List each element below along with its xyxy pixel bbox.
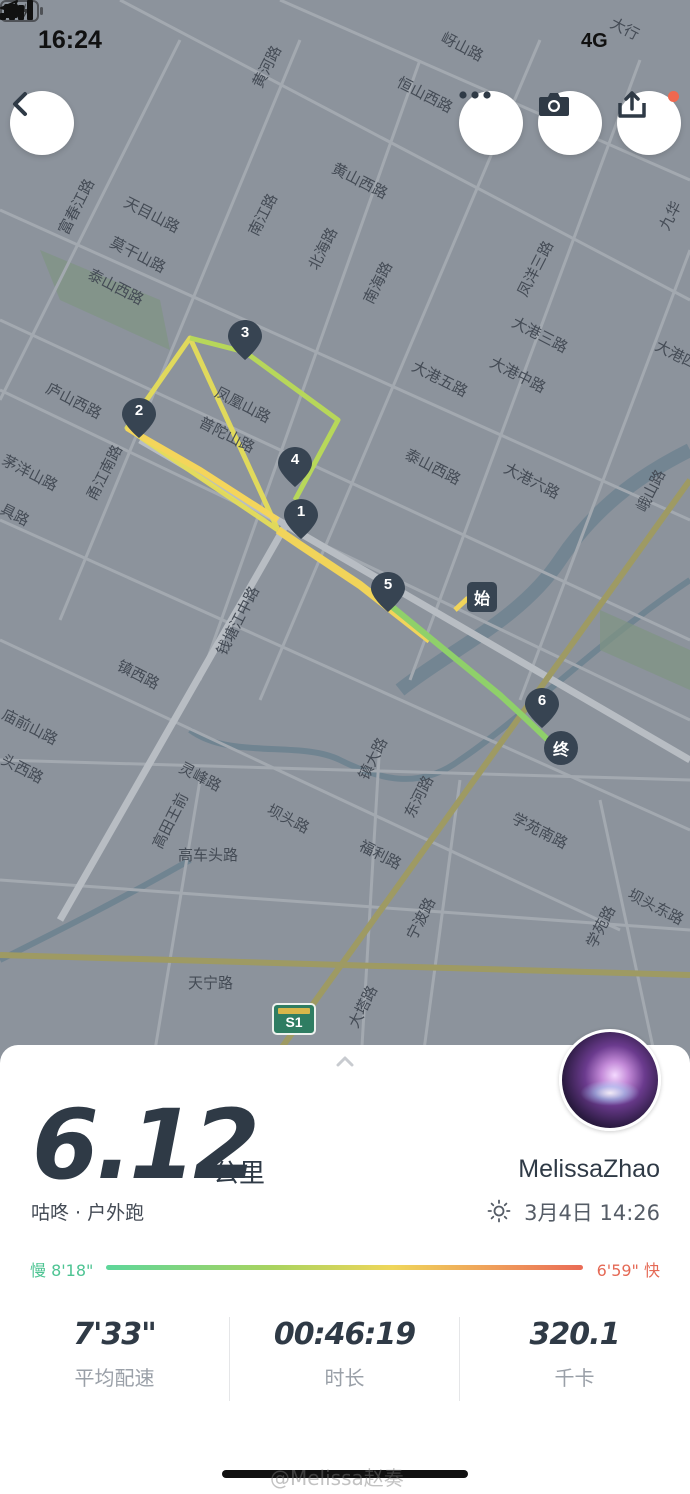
more-dots-icon [459, 91, 491, 99]
fast-pace-label: 6'59" 快 [596, 1261, 660, 1280]
highway-shield-s1: S1 [272, 1003, 316, 1035]
camera-icon [539, 93, 569, 116]
waypoint-number: 6 [537, 692, 547, 709]
username[interactable]: MelissaZhao [518, 1155, 660, 1184]
stat-label: 平均配速 [74, 1366, 155, 1390]
pace-legend: 慢 8'18" 6'59" 快 [30, 1255, 660, 1281]
road-label: 天宁路 [188, 974, 234, 992]
camera-button[interactable] [538, 91, 602, 155]
status-bar: 16:24 4G [0, 0, 690, 88]
back-button[interactable] [10, 91, 74, 155]
end-marker[interactable]: 终 [544, 731, 578, 765]
status-time: 16:24 [38, 26, 102, 54]
waypoint-number: 3 [240, 324, 250, 341]
stat-calories: 320.1 千卡 [460, 1317, 689, 1407]
start-marker[interactable]: 始 [467, 582, 497, 612]
stat-duration: 00:46:19 时长 [230, 1317, 459, 1407]
share-icon [618, 91, 646, 118]
watermark: @Melissa赵奏 [270, 1466, 404, 1490]
battery-icon [0, 0, 43, 22]
pace-gradient-bar [106, 1265, 583, 1270]
notification-dot [668, 91, 679, 102]
waypoint-marker-1[interactable]: 1 [284, 499, 318, 539]
waypoint-marker-4[interactable]: 4 [278, 447, 312, 487]
distance-unit: 公里 [213, 1159, 266, 1189]
slow-pace-label: 慢 8'18" [30, 1261, 94, 1280]
waypoint-number: 4 [290, 451, 300, 468]
avatar[interactable] [559, 1029, 661, 1131]
sun-icon [487, 1199, 511, 1223]
waypoint-number: 1 [296, 503, 306, 520]
stat-value: 7'33" [73, 1317, 156, 1352]
stat-value: 00:46:19 [273, 1317, 416, 1352]
activity-date: 3月4日 14:26 [524, 1201, 660, 1225]
waypoint-marker-2[interactable]: 2 [122, 398, 156, 438]
stat-avg-pace: 7'33" 平均配速 [0, 1317, 229, 1407]
stat-value: 320.1 [529, 1317, 621, 1352]
waypoint-marker-6[interactable]: 6 [525, 688, 559, 728]
activity-type: 咕咚 · 户外跑 [31, 1202, 145, 1224]
stat-label: 千卡 [554, 1366, 595, 1390]
waypoint-marker-3[interactable]: 3 [228, 320, 262, 360]
share-button[interactable] [617, 91, 681, 155]
waypoint-number: 5 [383, 576, 393, 593]
waypoint-marker-5[interactable]: 5 [371, 572, 405, 612]
waypoint-number: 2 [134, 402, 144, 419]
network-label: 4G [581, 30, 608, 52]
road-label: 高车头路 [178, 846, 239, 864]
route-map[interactable]: 岈山路 恒山西路 大行 黄河路 黄山西路 九华 富春江路 天目山路 南江路 莫干… [0, 0, 690, 1080]
stat-label: 时长 [324, 1366, 365, 1390]
chevron-up-icon[interactable] [336, 1055, 354, 1067]
chevron-left-icon [13, 92, 27, 116]
summary-sheet[interactable]: 6.12 公里 咕咚 · 户外跑 MelissaZhao 3月4日 14:26 … [0, 1029, 690, 1494]
more-button[interactable] [459, 91, 523, 155]
